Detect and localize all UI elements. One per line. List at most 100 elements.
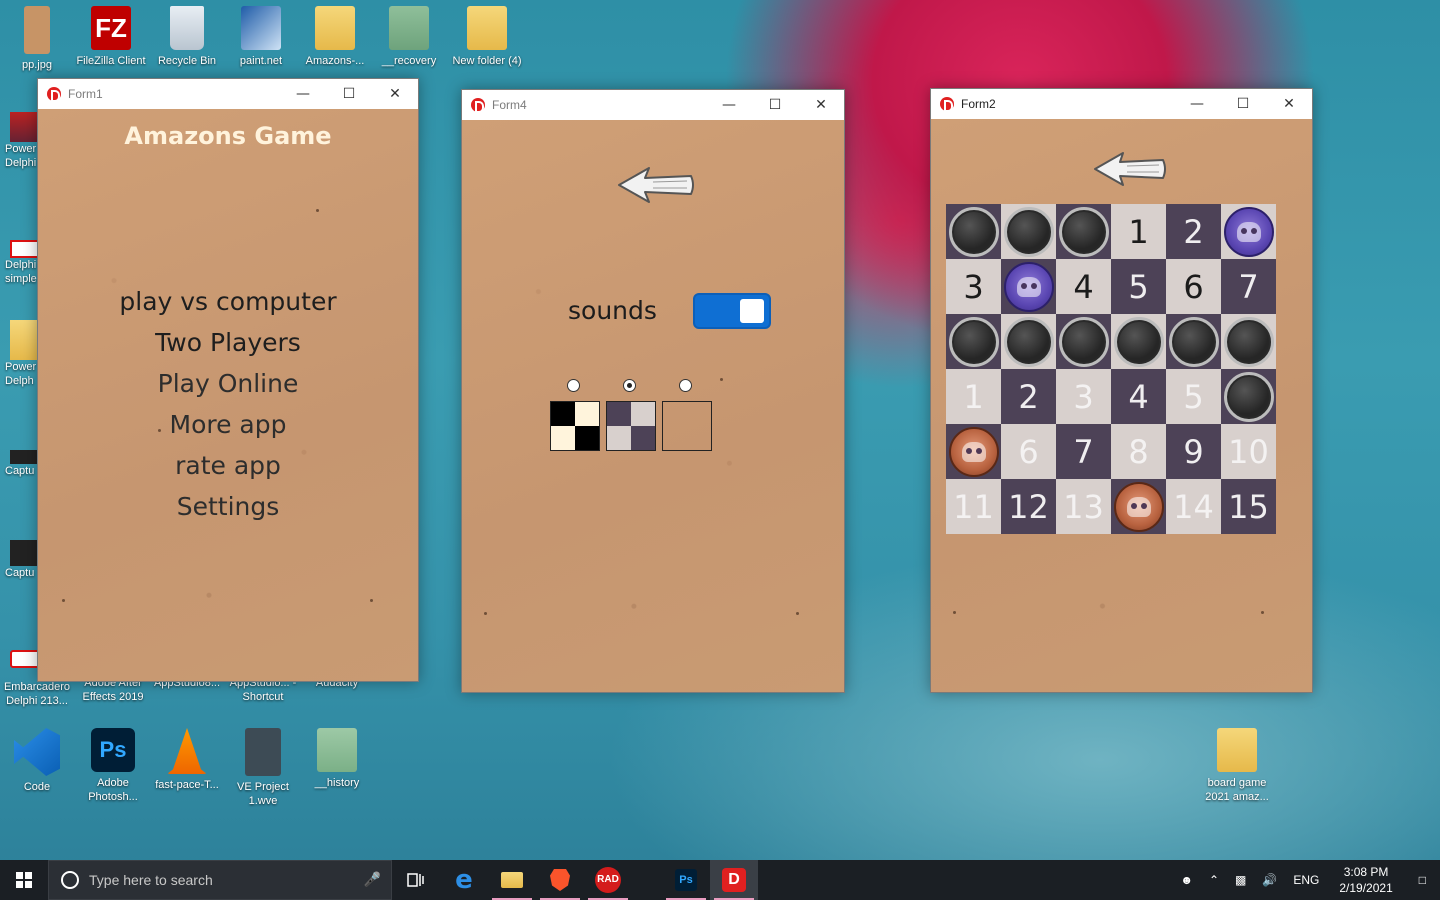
copper-amazon-piece[interactable] bbox=[948, 426, 999, 477]
maximize-button[interactable]: ☐ bbox=[752, 90, 798, 120]
board-cell[interactable]: 6 bbox=[1166, 259, 1221, 314]
taskbar-rad-studio[interactable]: RAD bbox=[584, 860, 632, 900]
taskbar-edge[interactable]: e bbox=[440, 860, 488, 900]
desktop-icon-recovery[interactable]: __recovery bbox=[372, 6, 446, 68]
chevron-up-icon[interactable]: ⌃ bbox=[1201, 873, 1227, 887]
black-stone-piece[interactable] bbox=[1168, 316, 1219, 367]
back-arrow-icon[interactable] bbox=[617, 164, 697, 206]
theme-swatch-classic[interactable] bbox=[550, 401, 600, 451]
board-cell[interactable]: 14 bbox=[1166, 479, 1221, 534]
board-cell[interactable] bbox=[1056, 314, 1111, 369]
board-cell[interactable]: 5 bbox=[1166, 369, 1221, 424]
theme-swatch-none[interactable] bbox=[662, 401, 712, 451]
volume-icon[interactable]: 🔊 bbox=[1254, 873, 1285, 887]
desktop-icon-photoshop[interactable]: Ps Adobe Photosh... bbox=[76, 728, 150, 804]
taskbar-delphi-app[interactable]: D bbox=[710, 860, 758, 900]
board-cell[interactable] bbox=[1111, 479, 1166, 534]
menu-settings[interactable]: Settings bbox=[38, 486, 418, 527]
board-cell[interactable] bbox=[1221, 369, 1276, 424]
desktop-icon-captu-1[interactable]: Captu bbox=[0, 450, 40, 478]
board-cell[interactable]: 5 bbox=[1111, 259, 1166, 314]
maximize-button[interactable]: ☐ bbox=[326, 79, 372, 109]
desktop-icon-history[interactable]: __history bbox=[300, 728, 374, 790]
blue-amazon-piece[interactable] bbox=[1003, 261, 1054, 312]
board-cell[interactable] bbox=[1166, 314, 1221, 369]
board-cell[interactable]: 10 bbox=[1221, 424, 1276, 479]
menu-play-vs-computer[interactable]: play vs computer bbox=[38, 281, 418, 322]
black-stone-piece[interactable] bbox=[1223, 371, 1274, 422]
desktop-icon-filezilla[interactable]: FZ FileZilla Client bbox=[74, 6, 148, 68]
desktop-icon-new-folder[interactable]: New folder (4) bbox=[450, 6, 524, 68]
board-cell[interactable]: 4 bbox=[1111, 369, 1166, 424]
board-cell[interactable]: 2 bbox=[1001, 369, 1056, 424]
black-stone-piece[interactable] bbox=[948, 206, 999, 257]
board-cell[interactable]: 15 bbox=[1221, 479, 1276, 534]
taskbar-file-explorer[interactable] bbox=[488, 860, 536, 900]
network-icon[interactable]: ▩ bbox=[1227, 873, 1254, 887]
theme-radio-none[interactable] bbox=[679, 379, 692, 392]
task-view-button[interactable] bbox=[392, 860, 440, 900]
black-stone-piece[interactable] bbox=[1003, 206, 1054, 257]
menu-rate-app[interactable]: rate app bbox=[38, 445, 418, 486]
taskbar-search[interactable]: Type here to search 🎤 bbox=[48, 860, 392, 900]
menu-more-app[interactable]: More app bbox=[38, 404, 418, 445]
desktop-icon-recycle-bin[interactable]: Recycle Bin bbox=[150, 6, 224, 68]
taskbar-photoshop[interactable]: Ps bbox=[662, 860, 710, 900]
theme-swatch-purple[interactable] bbox=[606, 401, 656, 451]
close-button[interactable]: ✕ bbox=[372, 79, 418, 109]
desktop-icon-pp[interactable]: pp.jpg bbox=[0, 6, 74, 72]
board-cell[interactable] bbox=[946, 424, 1001, 479]
close-button[interactable]: ✕ bbox=[1266, 89, 1312, 119]
board-cell[interactable]: 1 bbox=[946, 369, 1001, 424]
black-stone-piece[interactable] bbox=[1113, 316, 1164, 367]
start-button[interactable] bbox=[0, 860, 48, 900]
blue-amazon-piece[interactable] bbox=[1223, 206, 1274, 257]
menu-two-players[interactable]: Two Players bbox=[38, 322, 418, 363]
board-cell[interactable]: 7 bbox=[1221, 259, 1276, 314]
black-stone-piece[interactable] bbox=[1058, 206, 1109, 257]
board-cell[interactable]: 3 bbox=[946, 259, 1001, 314]
board-cell[interactable]: 11 bbox=[946, 479, 1001, 534]
board-cell[interactable]: 12 bbox=[1001, 479, 1056, 534]
black-stone-piece[interactable] bbox=[1223, 316, 1274, 367]
board-cell[interactable] bbox=[946, 314, 1001, 369]
board-cell[interactable] bbox=[1056, 204, 1111, 259]
language-indicator[interactable]: ENG bbox=[1285, 873, 1327, 887]
minimize-button[interactable]: — bbox=[706, 90, 752, 120]
maximize-button[interactable]: ☐ bbox=[1220, 89, 1266, 119]
board-cell[interactable]: 3 bbox=[1056, 369, 1111, 424]
minimize-button[interactable]: — bbox=[1174, 89, 1220, 119]
desktop-icon-paint-net[interactable]: paint.net bbox=[224, 6, 298, 68]
board-cell[interactable] bbox=[1001, 204, 1056, 259]
board-cell[interactable] bbox=[946, 204, 1001, 259]
desktop-icon-board-game[interactable]: board game 2021 amaz... bbox=[1200, 728, 1274, 804]
clock[interactable]: 3:08 PM 2/19/2021 bbox=[1327, 864, 1404, 896]
back-arrow-icon[interactable] bbox=[1093, 149, 1169, 189]
taskbar-brave[interactable] bbox=[536, 860, 584, 900]
board-cell[interactable]: 13 bbox=[1056, 479, 1111, 534]
menu-play-online[interactable]: Play Online bbox=[38, 363, 418, 404]
sounds-toggle[interactable] bbox=[693, 293, 771, 329]
board-cell[interactable] bbox=[1221, 314, 1276, 369]
close-button[interactable]: ✕ bbox=[798, 90, 844, 120]
copper-amazon-piece[interactable] bbox=[1113, 481, 1164, 532]
board-cell[interactable] bbox=[1001, 314, 1056, 369]
notifications-icon[interactable]: □ bbox=[1405, 873, 1440, 887]
board-cell[interactable]: 8 bbox=[1111, 424, 1166, 479]
people-icon[interactable]: ☻ bbox=[1172, 873, 1201, 887]
board-cell[interactable]: 4 bbox=[1056, 259, 1111, 314]
desktop-icon-power-delph-2[interactable]: Power Delph bbox=[0, 320, 40, 390]
board-cell[interactable] bbox=[1001, 259, 1056, 314]
board-cell[interactable] bbox=[1111, 314, 1166, 369]
desktop-icon-code[interactable]: Code bbox=[0, 728, 74, 794]
black-stone-piece[interactable] bbox=[948, 316, 999, 367]
black-stone-piece[interactable] bbox=[1058, 316, 1109, 367]
board-cell[interactable]: 2 bbox=[1166, 204, 1221, 259]
board-cell[interactable]: 9 bbox=[1166, 424, 1221, 479]
theme-radio-classic[interactable] bbox=[567, 379, 580, 392]
microphone-icon[interactable]: 🎤 bbox=[364, 872, 381, 888]
board-cell[interactable]: 6 bbox=[1001, 424, 1056, 479]
desktop-icon-power-delphi[interactable]: Power Delphi bbox=[0, 112, 40, 172]
desktop-icon-ve-project[interactable]: VE Project 1.wve bbox=[226, 728, 300, 808]
board-cell[interactable]: 1 bbox=[1111, 204, 1166, 259]
